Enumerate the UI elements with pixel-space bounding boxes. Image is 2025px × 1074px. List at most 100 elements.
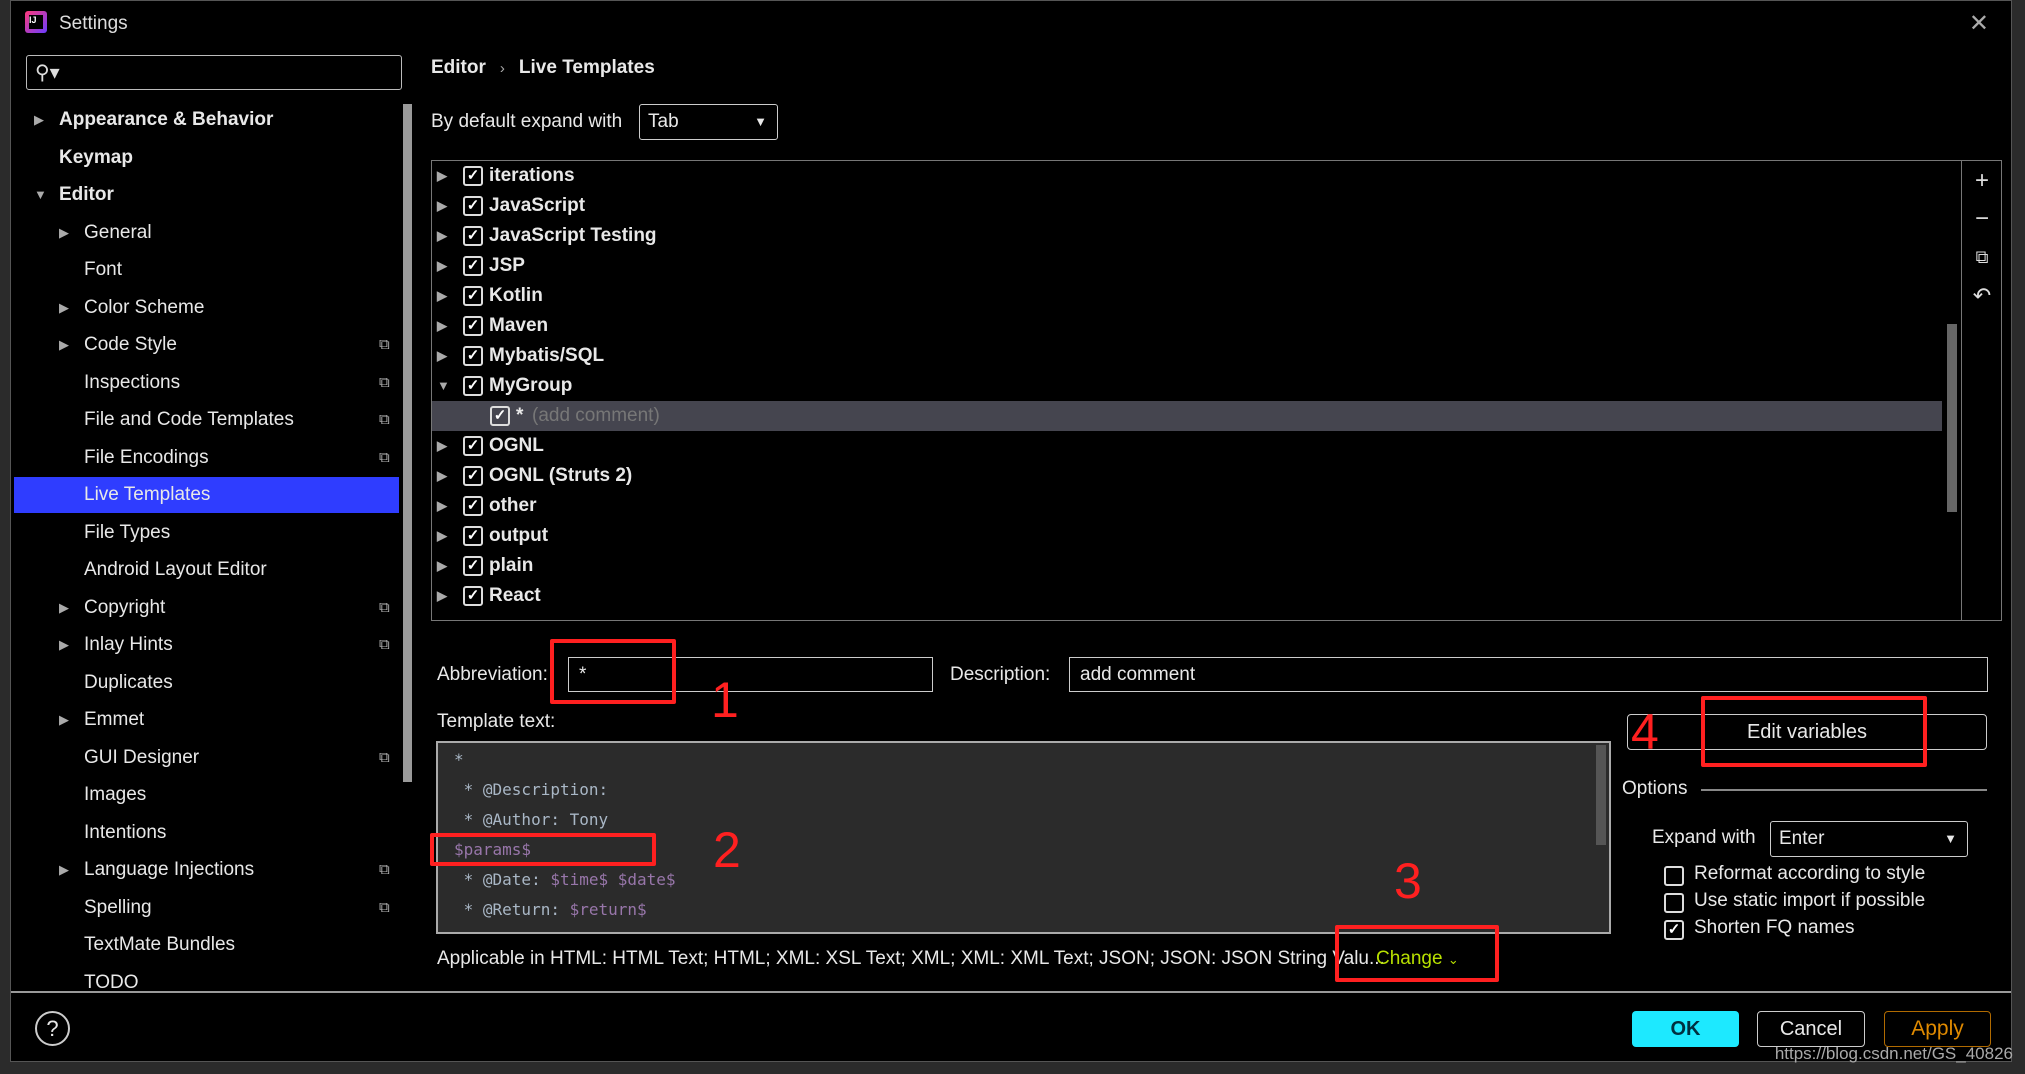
chevron-right-icon[interactable]: ▶ [437, 491, 447, 521]
template-group[interactable]: ▶ ✓ plain [432, 551, 1942, 581]
sidebar-item-spelling[interactable]: Spelling ⧉ [14, 890, 399, 926]
template-group[interactable]: ▼ ✓ MyGroup [432, 371, 1942, 401]
checkbox[interactable]: ✓ [463, 286, 483, 306]
template-group[interactable]: ▶ ✓ Mybatis/SQL [432, 341, 1942, 371]
help-button[interactable]: ? [35, 1011, 70, 1046]
template-group[interactable]: ▶ ✓ iterations [432, 161, 1942, 191]
template-group[interactable]: ▶ ✓ React [432, 581, 1942, 611]
option-shorten-fq-names[interactable]: ✓ Shorten FQ names [1664, 917, 1984, 943]
chevron-right-icon[interactable]: ▶ [437, 191, 447, 221]
template-group[interactable]: ▶ ✓ output [432, 521, 1942, 551]
chevron-right-icon[interactable]: ▶ [59, 327, 69, 363]
sidebar-item-language-injections[interactable]: ▶ Language Injections ⧉ [14, 852, 399, 888]
sidebar-item-emmet[interactable]: ▶ Emmet [14, 702, 399, 738]
chevron-right-icon[interactable]: ▶ [437, 221, 447, 251]
search-input[interactable]: ⚲▾ [26, 55, 402, 90]
template-group[interactable]: ▶ ✓ other [432, 491, 1942, 521]
checkbox[interactable]: ✓ [463, 466, 483, 486]
chevron-right-icon[interactable]: ▶ [437, 341, 447, 371]
template-group[interactable]: ▶ ✓ OGNL (Struts 2) [432, 461, 1942, 491]
chevron-right-icon[interactable]: ▶ [437, 551, 447, 581]
checkbox[interactable]: ✓ [463, 526, 483, 546]
sidebar-item-editor[interactable]: ▼ Editor [14, 177, 399, 213]
chevron-right-icon[interactable]: ▶ [59, 852, 69, 888]
cancel-button[interactable]: Cancel [1757, 1011, 1865, 1047]
remove-icon[interactable]: − [1962, 205, 2002, 233]
checkbox[interactable]: ✓ [490, 406, 510, 426]
checkbox[interactable]: ✓ [463, 226, 483, 246]
sidebar-item-general[interactable]: ▶ General [14, 215, 399, 251]
chevron-right-icon[interactable]: ▶ [437, 281, 447, 311]
chevron-right-icon[interactable]: ▶ [437, 251, 447, 281]
sidebar-item-code-style[interactable]: ▶ Code Style ⧉ [14, 327, 399, 363]
template-group[interactable]: ▶ ✓ Kotlin [432, 281, 1942, 311]
chevron-right-icon[interactable]: ▶ [437, 311, 447, 341]
sidebar-item-live-templates[interactable]: Live Templates [14, 477, 399, 513]
sidebar-item-file-types[interactable]: File Types [14, 515, 399, 551]
template-group[interactable]: ▶ ✓ Maven [432, 311, 1942, 341]
checkbox[interactable]: ✓ [463, 256, 483, 276]
close-icon[interactable]: ✕ [1969, 9, 1989, 38]
option-use-static-import-if-possible[interactable]: Use static import if possible [1664, 890, 1984, 916]
sidebar-item-color-scheme[interactable]: ▶ Color Scheme [14, 290, 399, 326]
template-group[interactable]: ▶ ✓ JavaScript [432, 191, 1942, 221]
revert-icon[interactable]: ↶ [1962, 283, 2002, 309]
checkbox[interactable]: ✓ [463, 196, 483, 216]
template-item[interactable]: ✓ * (add comment) [432, 401, 1942, 431]
sidebar-item-file-and-code-templates[interactable]: File and Code Templates ⧉ [14, 402, 399, 438]
option-reformat-according-to-style[interactable]: Reformat according to style [1664, 863, 1984, 889]
apply-button[interactable]: Apply [1884, 1011, 1991, 1047]
description-input[interactable]: add comment [1069, 657, 1988, 692]
sidebar-item-duplicates[interactable]: Duplicates [14, 665, 399, 701]
checkbox[interactable]: ✓ [463, 376, 483, 396]
sidebar-item-inspections[interactable]: Inspections ⧉ [14, 365, 399, 401]
template-group[interactable]: ▶ ✓ OGNL [432, 431, 1942, 461]
checkbox[interactable]: ✓ [463, 586, 483, 606]
sidebar-scrollbar[interactable] [403, 104, 412, 782]
checkbox[interactable]: ✓ [463, 436, 483, 456]
default-expand-dropdown[interactable]: Tab ▼ [639, 104, 778, 140]
chevron-right-icon[interactable]: ▶ [437, 161, 447, 191]
checkbox[interactable]: ✓ [463, 556, 483, 576]
editor-scrollbar[interactable] [1596, 745, 1606, 845]
sidebar-item-intentions[interactable]: Intentions [14, 815, 399, 851]
sidebar-item-file-encodings[interactable]: File Encodings ⧉ [14, 440, 399, 476]
chevron-right-icon[interactable]: ▶ [59, 590, 69, 626]
ok-button[interactable]: OK [1632, 1011, 1739, 1047]
sidebar-item-appearance-behavior[interactable]: ▶ Appearance & Behavior [14, 102, 399, 138]
template-group[interactable]: ▶ ✓ JavaScript Testing [432, 221, 1942, 251]
sidebar-item-copyright[interactable]: ▶ Copyright ⧉ [14, 590, 399, 626]
checkbox[interactable] [1664, 866, 1684, 886]
checkbox[interactable]: ✓ [463, 316, 483, 336]
checkbox[interactable]: ✓ [1664, 920, 1684, 940]
chevron-right-icon[interactable]: ▶ [59, 215, 69, 251]
chevron-right-icon[interactable]: ▶ [437, 431, 447, 461]
sidebar-item-images[interactable]: Images [14, 777, 399, 813]
sidebar-item-keymap[interactable]: Keymap [14, 140, 399, 176]
sidebar-item-android-layout-editor[interactable]: Android Layout Editor [14, 552, 399, 588]
chevron-right-icon[interactable]: ▶ [34, 102, 44, 138]
chevron-down-icon[interactable]: ▼ [437, 371, 450, 401]
chevron-right-icon[interactable]: ▶ [59, 702, 69, 738]
chevron-down-icon[interactable]: ▼ [34, 177, 47, 213]
template-group[interactable]: ▶ ✓ JSP [432, 251, 1942, 281]
chevron-right-icon[interactable]: ▶ [437, 521, 447, 551]
sidebar-item-inlay-hints[interactable]: ▶ Inlay Hints ⧉ [14, 627, 399, 663]
sidebar-item-gui-designer[interactable]: GUI Designer ⧉ [14, 740, 399, 776]
sidebar-item-todo[interactable]: TODO [14, 965, 399, 1001]
chevron-right-icon[interactable]: ▶ [59, 627, 69, 663]
breadcrumb-editor[interactable]: Editor [431, 57, 486, 78]
add-icon[interactable]: + [1962, 167, 2002, 195]
template-group-clipped[interactable] [432, 611, 1942, 620]
chevron-right-icon[interactable]: ▶ [59, 290, 69, 326]
sidebar-item-font[interactable]: Font [14, 252, 399, 288]
checkbox[interactable]: ✓ [463, 496, 483, 516]
checkbox[interactable]: ✓ [463, 346, 483, 366]
chevron-right-icon[interactable]: ▶ [437, 461, 447, 491]
chevron-right-icon[interactable]: ▶ [437, 581, 447, 611]
copy-icon[interactable]: ⧉ [1962, 247, 2002, 268]
sidebar-item-textmate-bundles[interactable]: TextMate Bundles [14, 927, 399, 963]
checkbox[interactable] [1664, 893, 1684, 913]
expand-with-dropdown[interactable]: Enter ▼ [1770, 821, 1968, 857]
checkbox[interactable]: ✓ [463, 166, 483, 186]
